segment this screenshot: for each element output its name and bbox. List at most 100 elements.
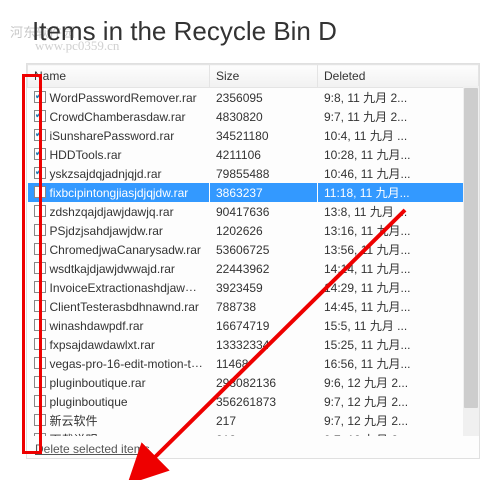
file-size: 293082136 (210, 373, 318, 392)
table-row[interactable]: 新云软件 2179:7, 12 九月 2... (28, 411, 479, 430)
file-deleted: 10:28, 11 九月... (318, 145, 479, 164)
file-list-panel: Name Size Deleted WordPasswordRemover.ra… (26, 63, 480, 459)
file-deleted: 9:7, 12 九月 2... (318, 430, 479, 436)
file-name: fixbcipintongjiasjdjqjdw.rar (50, 186, 189, 200)
file-name: wsdtkajdjawjdwwajd.rar (50, 262, 175, 276)
file-deleted: 10:46, 11 九月... (318, 164, 479, 183)
row-checkbox[interactable] (34, 186, 46, 198)
row-checkbox[interactable] (34, 281, 46, 293)
row-checkbox[interactable] (34, 148, 46, 160)
table-row[interactable]: WordPasswordRemover.rar 23560959:8, 11 九月… (28, 88, 479, 108)
table-row[interactable]: CrowdChamberasdaw.rar48308209:7, 11 九月 2… (28, 107, 479, 126)
row-checkbox[interactable] (34, 205, 46, 217)
table-row[interactable]: fxpsajdawdawlxt.rar 1333233415:25, 11 九月.… (28, 335, 479, 354)
page-title: Items in the Recycle Bin D (0, 0, 500, 55)
file-size: 3863237 (210, 183, 318, 202)
scrollbar-thumb[interactable] (464, 88, 478, 408)
table-row[interactable]: PSjdzjsahdjawjdw.rar 120262613:16, 11 九月.… (28, 221, 479, 240)
row-checkbox[interactable] (34, 395, 46, 407)
file-size: 1202626 (210, 221, 318, 240)
vertical-scrollbar[interactable] (463, 86, 479, 436)
file-name: PSjdzjsahdjawjdw.rar (50, 224, 163, 238)
file-name: winashdawpdf.rar (50, 319, 144, 333)
file-deleted: 16:56, 11 九月... (318, 354, 479, 373)
file-deleted: 15:5, 11 九月 ... (318, 316, 479, 335)
table-row[interactable]: 下载说明.txt 8139:7, 12 九月 2... (28, 430, 479, 436)
row-checkbox[interactable] (34, 338, 46, 350)
table-row[interactable]: ChromedjwaCanarysadw.rar 5360672513:56, 1… (28, 240, 479, 259)
table-row[interactable]: vegas-pro-16-edit-motion-tr... 1146816:56… (28, 354, 479, 373)
file-name: vegas-pro-16-edit-motion-tr... (50, 356, 205, 371)
file-size: 79855488 (210, 164, 318, 183)
file-size: 13332334 (210, 335, 318, 354)
file-name: pluginboutique (50, 395, 128, 409)
file-deleted: 10:4, 11 九月 ... (318, 126, 479, 145)
col-deleted[interactable]: Deleted (318, 65, 479, 88)
file-name: 新云软件 (50, 414, 98, 428)
file-size: 90417636 (210, 202, 318, 221)
file-size: 2356095 (210, 88, 318, 108)
row-checkbox[interactable] (34, 129, 46, 141)
file-size: 813 (210, 430, 318, 436)
file-name: HDDTools.rar (50, 148, 122, 162)
table-row[interactable]: wsdtkajdjawjdwwajd.rar 2244396214:14, 11 … (28, 259, 479, 278)
file-deleted: 13:16, 11 九月... (318, 221, 479, 240)
file-size: 53606725 (210, 240, 318, 259)
file-deleted: 13:8, 11 九月 ... (318, 202, 479, 221)
row-checkbox[interactable] (34, 414, 46, 426)
file-size: 217 (210, 411, 318, 430)
file-name: yskzsajdqjadnjqjd.rar (50, 167, 162, 181)
row-checkbox[interactable] (34, 110, 46, 122)
table-row[interactable]: HDDTools.rar 421110610:28, 11 九月... (28, 145, 479, 164)
table-row[interactable]: winashdawpdf.rar 1667471915:5, 11 九月 ... (28, 316, 479, 335)
file-name: zdshzqajdjawjdawjq.rar (50, 205, 174, 219)
row-checkbox[interactable] (34, 433, 46, 437)
file-deleted: 14:45, 11 九月... (318, 297, 479, 316)
row-checkbox[interactable] (34, 357, 46, 369)
table-row[interactable]: iSunsharePassword.rar3452118010:4, 11 九月… (28, 126, 479, 145)
col-size[interactable]: Size (210, 65, 318, 88)
row-checkbox[interactable] (34, 167, 46, 179)
col-name[interactable]: Name (28, 65, 210, 88)
file-size: 4830820 (210, 107, 318, 126)
file-deleted: 9:7, 12 九月 2... (318, 392, 479, 411)
file-deleted: 11:18, 11 九月... (318, 183, 479, 202)
file-size: 16674719 (210, 316, 318, 335)
table-row[interactable]: InvoiceExtractionashdjawnd...392345914:2… (28, 278, 479, 297)
file-deleted: 15:25, 11 九月... (318, 335, 479, 354)
file-deleted: 13:56, 11 九月... (318, 240, 479, 259)
file-deleted: 9:6, 12 九月 2... (318, 373, 479, 392)
file-name: WordPasswordRemover.rar (50, 91, 197, 105)
file-size: 34521180 (210, 126, 318, 145)
delete-selected-link[interactable]: Delete selected items (35, 442, 150, 456)
table-row[interactable]: ClientTesterasbdhnawnd.rar 78873814:45, 1… (28, 297, 479, 316)
row-checkbox[interactable] (34, 243, 46, 255)
row-checkbox[interactable] (34, 319, 46, 331)
table-row[interactable]: pluginboutique.rar2930821369:6, 12 九月 2.… (28, 373, 479, 392)
table-row[interactable]: pluginboutique3562618739:7, 12 九月 2... (28, 392, 479, 411)
file-deleted: 14:29, 11 九月... (318, 278, 479, 297)
table-row[interactable]: zdshzqajdjawjdawjq.rar 9041763613:8, 11 九… (28, 202, 479, 221)
row-checkbox[interactable] (34, 376, 46, 388)
file-size: 11468 (210, 354, 318, 373)
file-table: Name Size Deleted WordPasswordRemover.ra… (27, 64, 479, 436)
file-size: 4211106 (210, 145, 318, 164)
file-deleted: 14:14, 11 九月... (318, 259, 479, 278)
file-size: 788738 (210, 297, 318, 316)
row-checkbox[interactable] (34, 300, 46, 312)
file-name: 下载说明.txt (50, 433, 114, 436)
row-checkbox[interactable] (34, 262, 46, 274)
file-deleted: 9:8, 11 九月 2... (318, 88, 479, 108)
file-name: InvoiceExtractionashdjawnd... (50, 280, 209, 295)
file-name: ChromedjwaCanarysadw.rar (50, 243, 201, 257)
file-deleted: 9:7, 12 九月 2... (318, 411, 479, 430)
table-row[interactable]: fixbcipintongjiasjdjqjdw.rar 386323711:18… (28, 183, 479, 202)
file-size: 22443962 (210, 259, 318, 278)
file-name: CrowdChamberasdaw.rar (50, 110, 186, 124)
row-checkbox[interactable] (34, 224, 46, 236)
file-size: 3923459 (210, 278, 318, 297)
file-name: fxpsajdawdawlxt.rar (50, 338, 155, 352)
row-checkbox[interactable] (34, 91, 46, 103)
file-name: ClientTesterasbdhnawnd.rar (50, 300, 199, 314)
table-row[interactable]: yskzsajdqjadnjqjd.rar 7985548810:46, 11 九… (28, 164, 479, 183)
